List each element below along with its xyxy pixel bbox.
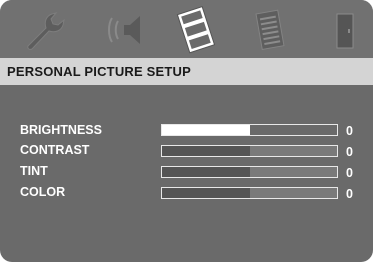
tint-slider[interactable] xyxy=(161,166,338,178)
door-exit-icon xyxy=(336,13,354,49)
menu-item-color[interactable]: COLOR xyxy=(20,185,65,199)
color-slider-fill xyxy=(162,188,250,198)
document-icon xyxy=(255,9,285,51)
color-value: 0 xyxy=(346,187,353,201)
brightness-value: 0 xyxy=(346,124,353,138)
contrast-slider[interactable] xyxy=(161,145,338,157)
tab-bar xyxy=(0,0,373,58)
osd-menu: PERSONAL PICTURE SETUP BRIGHTNESS 0 CONT… xyxy=(0,0,373,262)
brightness-slider[interactable] xyxy=(161,124,338,136)
menu-title: PERSONAL PICTURE SETUP xyxy=(7,64,192,79)
tint-value: 0 xyxy=(346,166,353,180)
wrench-icon xyxy=(27,12,65,50)
tab-preferences[interactable] xyxy=(240,6,298,54)
tab-exit[interactable] xyxy=(314,6,372,54)
film-icon xyxy=(176,6,216,54)
tab-audio-setup[interactable] xyxy=(96,6,154,54)
tab-general-setup[interactable] xyxy=(18,6,76,54)
tint-slider-fill xyxy=(162,167,250,177)
menu-item-contrast[interactable]: CONTRAST xyxy=(20,143,89,157)
color-slider[interactable] xyxy=(161,187,338,199)
menu-item-tint[interactable]: TINT xyxy=(20,164,48,178)
brightness-slider-fill xyxy=(162,125,250,135)
menu-item-brightness[interactable]: BRIGHTNESS xyxy=(20,123,102,137)
tab-video-setup[interactable] xyxy=(166,6,224,54)
contrast-slider-fill xyxy=(162,146,250,156)
speaker-icon xyxy=(108,16,140,44)
contrast-value: 0 xyxy=(346,145,353,159)
menu-title-bar: PERSONAL PICTURE SETUP xyxy=(0,58,373,85)
